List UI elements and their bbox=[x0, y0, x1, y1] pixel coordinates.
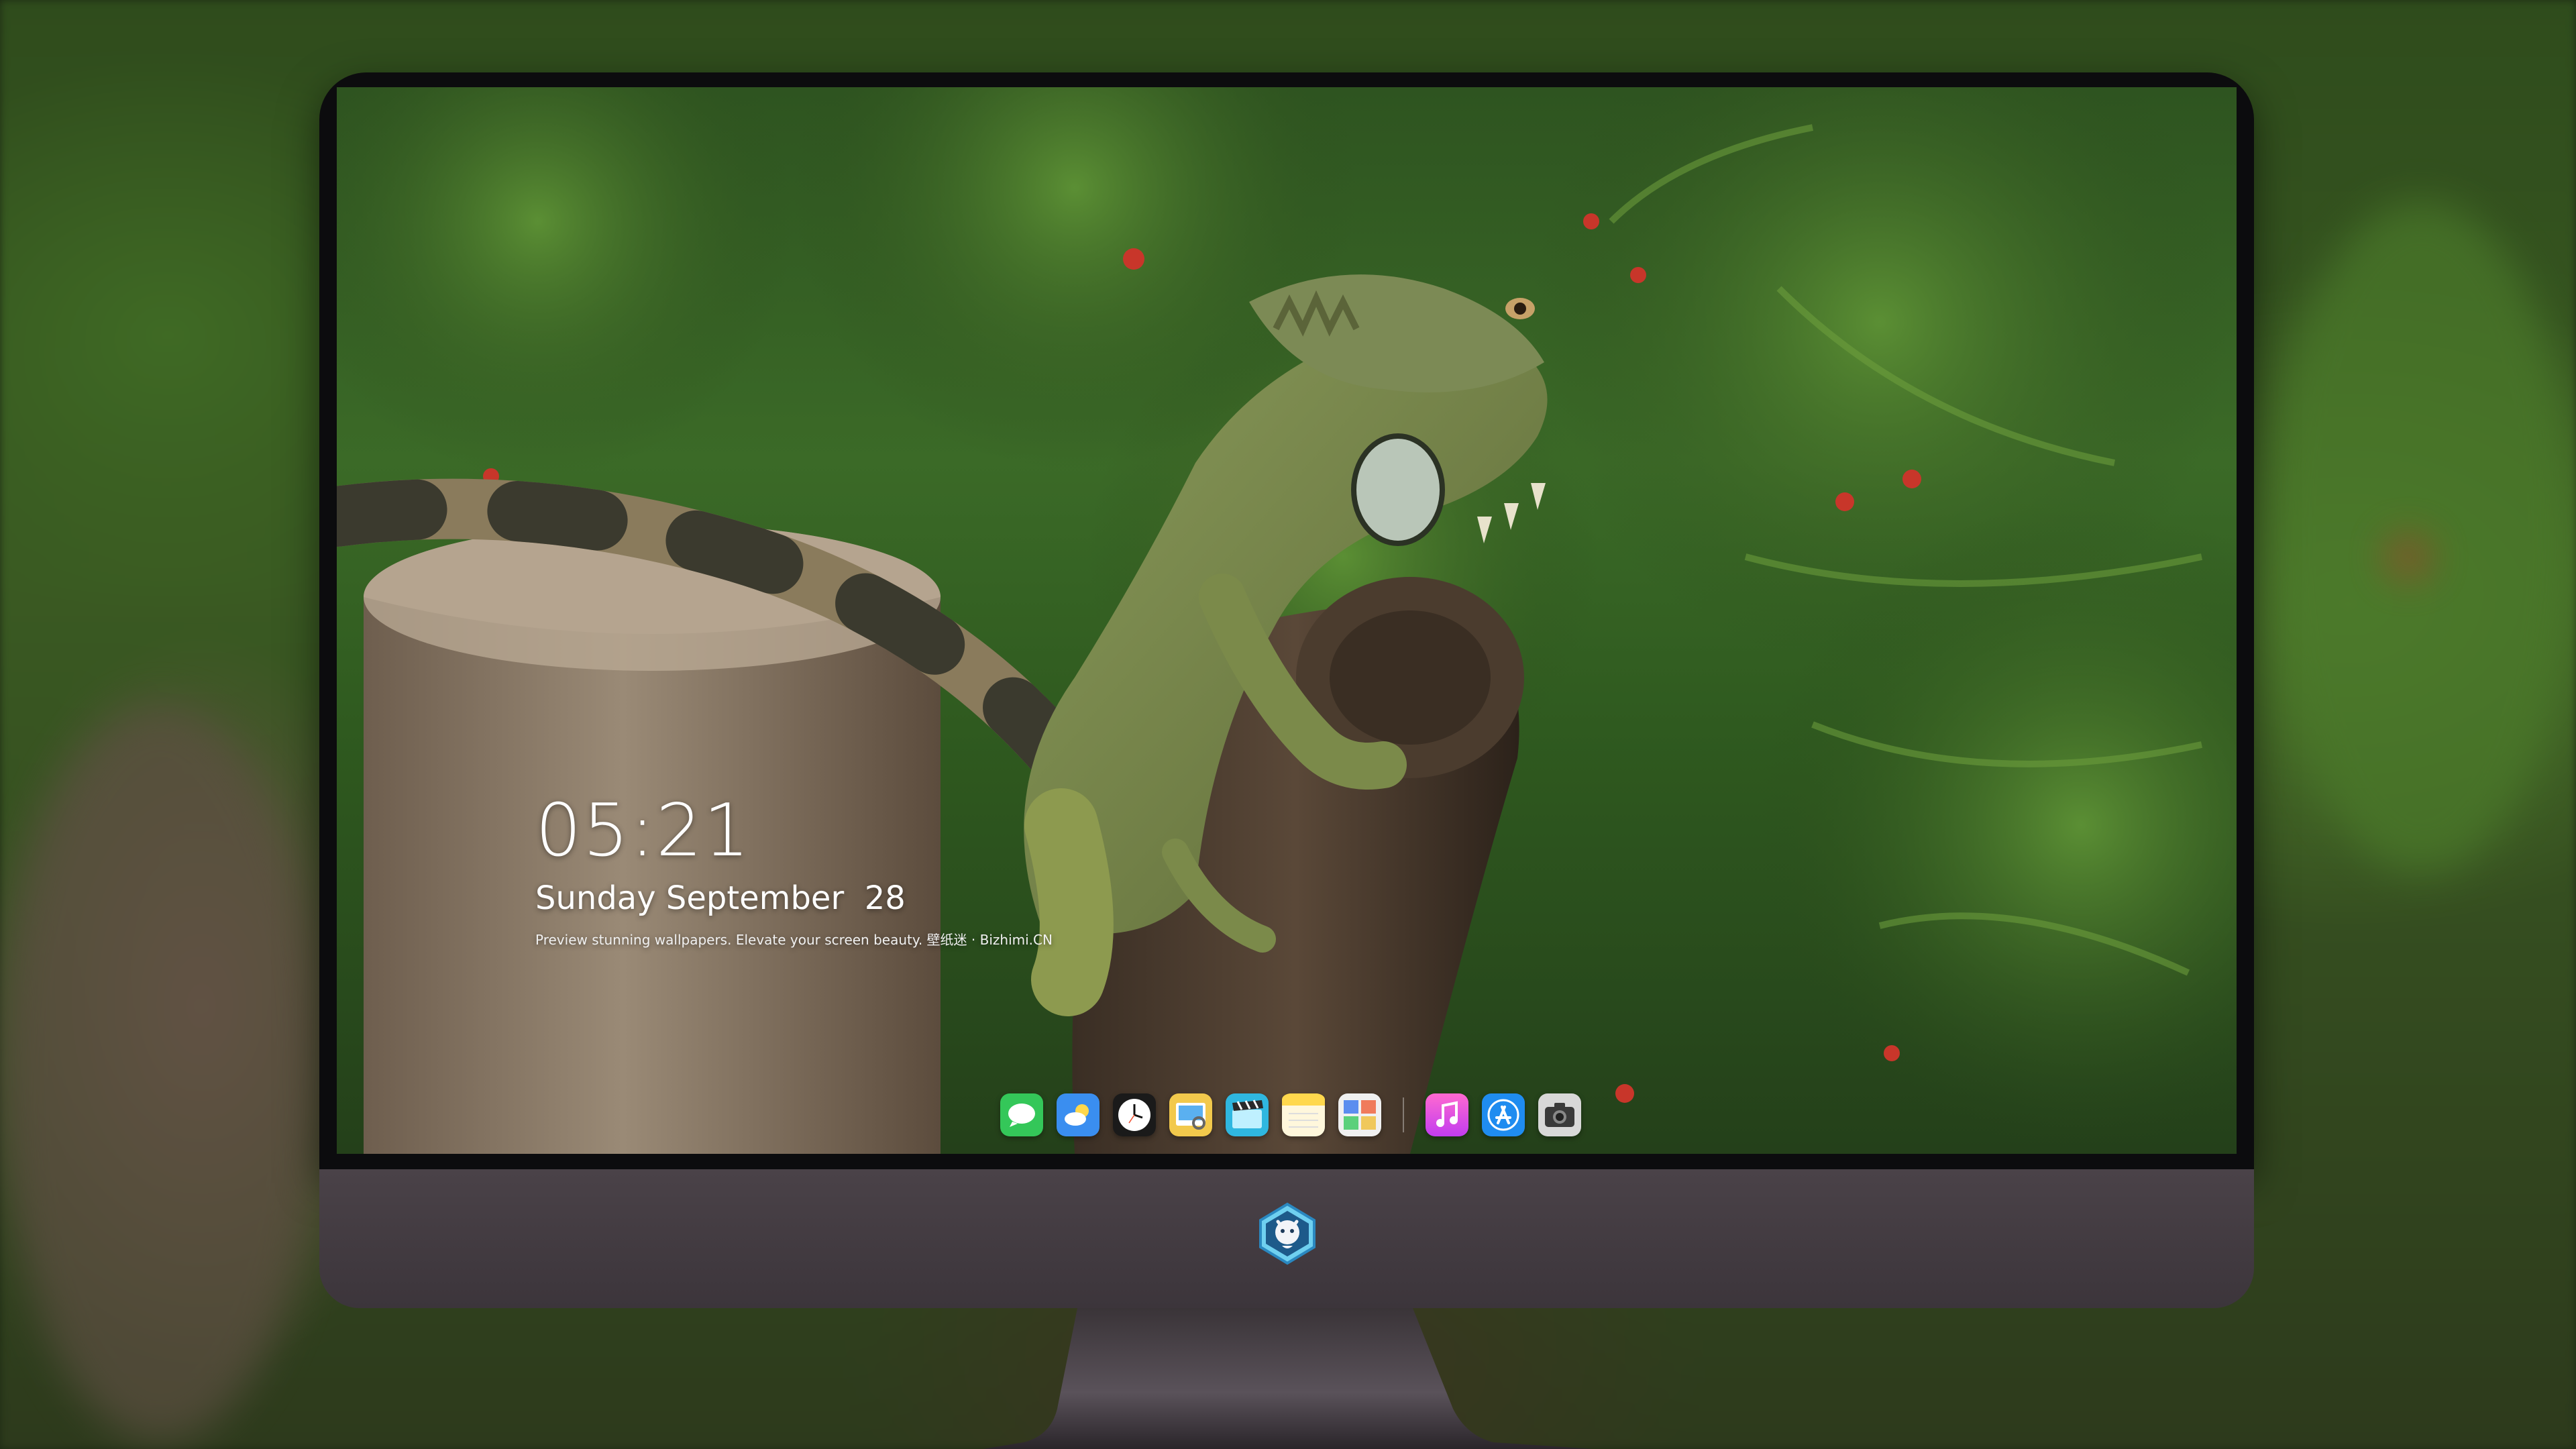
monitor-stand bbox=[983, 1308, 1593, 1449]
background-foliage-blob bbox=[2267, 201, 2576, 872]
camera-icon[interactable] bbox=[1538, 1093, 1581, 1136]
wallpaper bbox=[337, 87, 2237, 1154]
lockscreen-time: 05:21 bbox=[535, 789, 751, 873]
claquette-icon[interactable] bbox=[1226, 1093, 1269, 1136]
lockscreen-info: 05:21 Sunday September 28 Preview stunni… bbox=[535, 795, 1053, 947]
messages-icon[interactable] bbox=[1000, 1093, 1043, 1136]
app-store-icon[interactable] bbox=[1482, 1093, 1525, 1136]
dock-separator bbox=[1403, 1097, 1404, 1132]
preview-icon[interactable] bbox=[1169, 1093, 1212, 1136]
lockscreen-caption: Preview stunning wallpapers. Elevate you… bbox=[535, 932, 1053, 948]
monitor: 05:21 Sunday September 28 Preview stunni… bbox=[319, 72, 2254, 1308]
dock bbox=[982, 1085, 1599, 1144]
weather-icon[interactable] bbox=[1057, 1093, 1099, 1136]
monitor-bezel: 05:21 Sunday September 28 Preview stunni… bbox=[319, 72, 2254, 1169]
lockscreen-date: Sunday September 28 bbox=[535, 879, 906, 917]
notes-icon[interactable] bbox=[1282, 1093, 1325, 1136]
background-berry-blob bbox=[2388, 537, 2428, 577]
music-icon[interactable] bbox=[1426, 1093, 1468, 1136]
monitor-chin bbox=[319, 1169, 2254, 1308]
screen[interactable]: 05:21 Sunday September 28 Preview stunni… bbox=[337, 87, 2237, 1154]
clock-icon[interactable] bbox=[1113, 1093, 1156, 1136]
photo-collage-icon[interactable] bbox=[1338, 1093, 1381, 1136]
brand-logo-icon bbox=[1259, 1202, 1316, 1265]
background-stump-blob bbox=[0, 704, 322, 1442]
